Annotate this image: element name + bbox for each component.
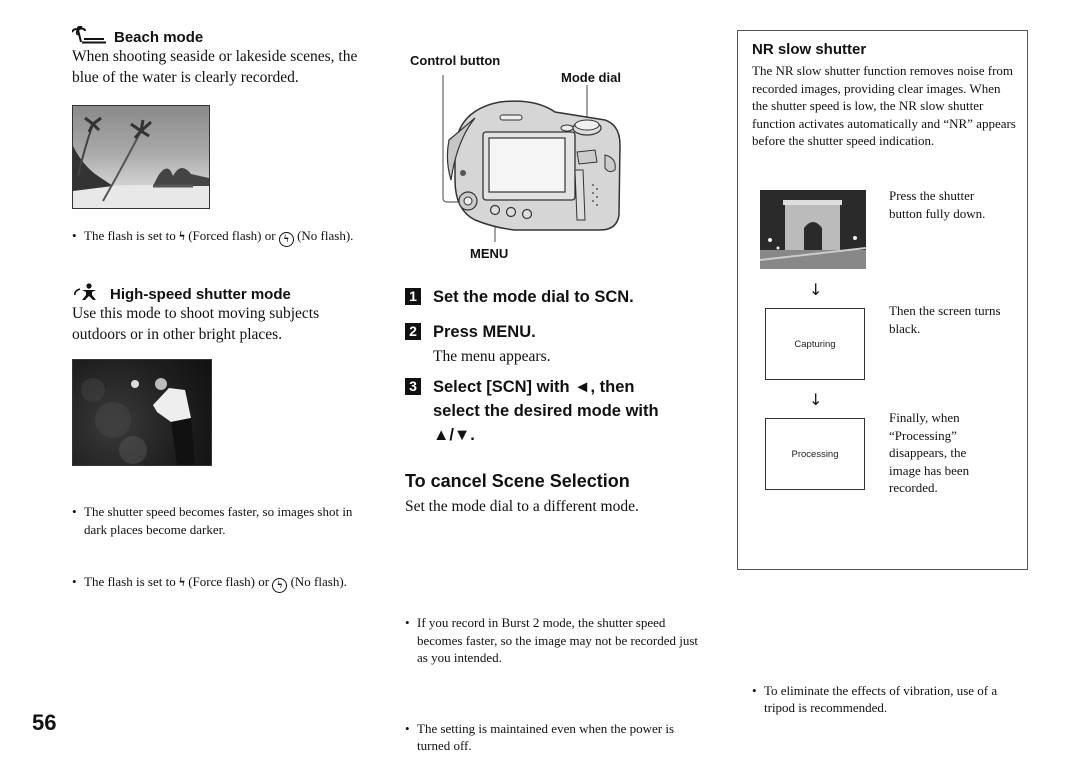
high-speed-note-1: The shutter speed becomes faster, so ima… xyxy=(72,503,374,538)
cancel-text: Set the mode dial to a different mode. xyxy=(405,498,639,515)
step-2: 2 Press MENU. xyxy=(405,320,705,344)
nr-step-1-text: Press the shutter button fully down. xyxy=(889,188,986,221)
beach-mode-description: When shooting seaside or lakeside scenes… xyxy=(72,48,358,86)
step-2-sub: The menu appears. xyxy=(433,348,551,365)
nr-step-3-text: Finally, when “Processing” disappears, t… xyxy=(889,410,970,495)
cancel-heading: To cancel Scene Selection xyxy=(405,471,630,491)
step-1: 1 Set the mode dial to SCN. xyxy=(405,285,705,309)
high-speed-description: Use this mode to shoot moving subjects o… xyxy=(72,305,320,343)
arc-de-triomphe-photo xyxy=(760,190,866,269)
step-number-badge: 3 xyxy=(405,378,421,395)
step-number-badge: 2 xyxy=(405,323,421,340)
high-speed-flash-note: The flash is set to ϟ (Force flash) or ϟ… xyxy=(72,573,374,593)
camera-diagram xyxy=(405,70,635,250)
no-flash-icon: ϟ xyxy=(272,578,288,593)
nr-title: NR slow shutter xyxy=(752,41,867,58)
step-3: 3 Select [SCN] with ◄, then select the d… xyxy=(405,375,705,444)
capturing-screen: Capturing xyxy=(765,308,865,380)
step-text: Press MENU. xyxy=(433,323,536,341)
high-speed-title: High-speed shutter mode xyxy=(110,286,291,303)
forced-flash-icon: ϟ xyxy=(178,228,185,243)
menu-label: MENU xyxy=(470,246,509,261)
forced-flash-icon: ϟ xyxy=(178,574,185,589)
cancel-note-1: If you record in Burst 2 mode, the shutt… xyxy=(405,614,707,667)
beach-photo xyxy=(72,105,210,209)
down-arrow-icon: ↓ xyxy=(809,390,823,409)
processing-screen: Processing xyxy=(765,418,865,490)
page-number: 56 xyxy=(32,710,57,735)
nr-description: The NR slow shutter function removes noi… xyxy=(752,63,1016,148)
step-text: Select [SCN] with ◄, then select the des… xyxy=(433,378,659,444)
beach-mode-title: Beach mode xyxy=(114,29,204,46)
cancel-note-2: The setting is maintained even when the … xyxy=(405,720,707,755)
step-text: Set the mode dial to SCN. xyxy=(433,288,634,306)
nr-tripod-note: To eliminate the effects of vibration, u… xyxy=(752,682,1026,717)
control-button-label: Control button xyxy=(410,53,501,68)
nr-step-2-text: Then the screen turns black. xyxy=(889,303,1001,336)
no-flash-icon: ϟ xyxy=(278,232,294,247)
golfer-photo xyxy=(72,359,212,466)
down-arrow-icon: ↓ xyxy=(809,280,823,299)
beach-flash-note: The flash is set to ϟ (Forced flash) or … xyxy=(72,227,374,247)
step-number-badge: 1 xyxy=(405,288,421,305)
